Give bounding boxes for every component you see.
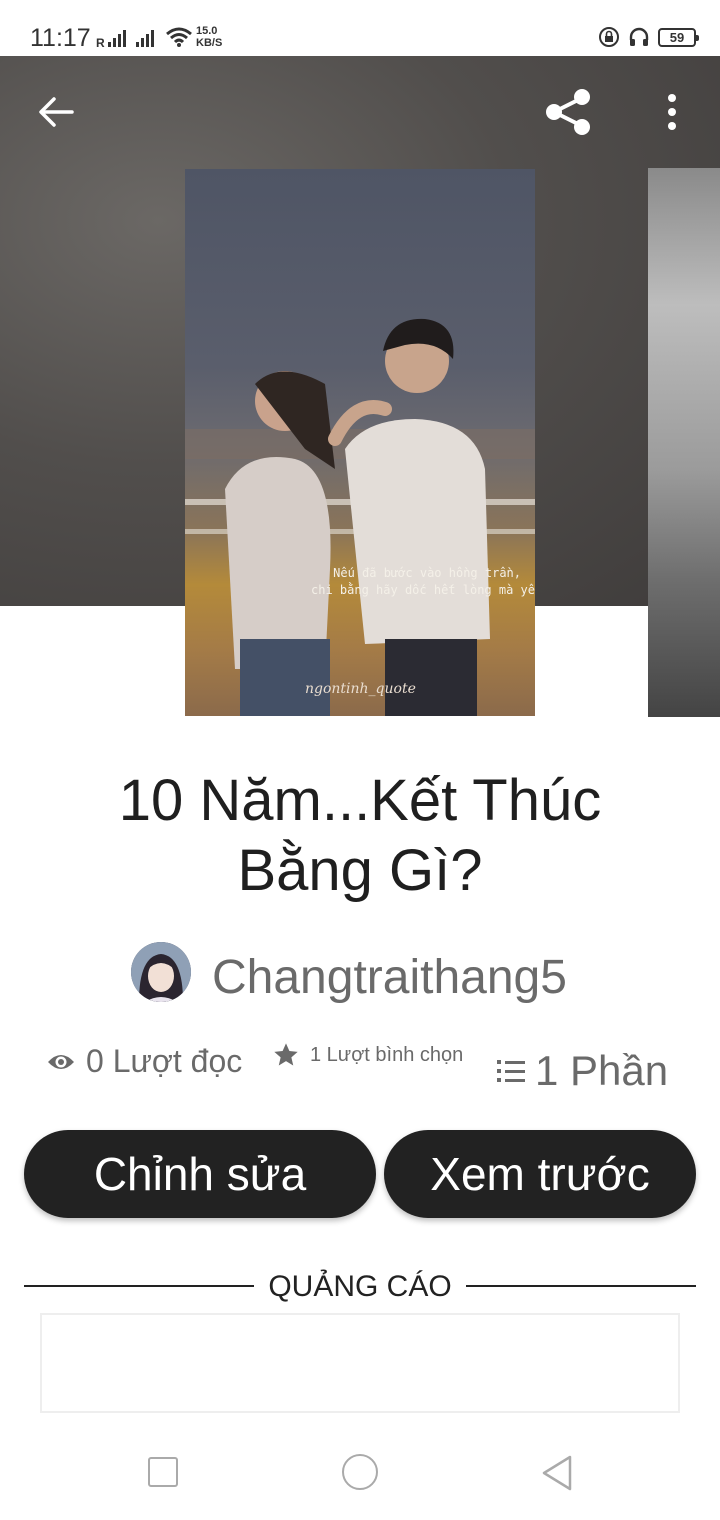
edit-button[interactable]: Chỉnh sửa: [24, 1130, 376, 1218]
author-name[interactable]: Changtraithang5: [212, 950, 567, 1005]
story-cover-image[interactable]: Nếu đã bước vào hồng trần, chi bằng hãy …: [185, 169, 535, 716]
share-icon[interactable]: [542, 88, 594, 136]
star-icon: [274, 1043, 298, 1066]
signal-icon-2: [136, 30, 154, 47]
cover-illustration: [185, 318, 535, 716]
lock-rotation-icon: [599, 27, 619, 47]
signal-icon: [108, 30, 126, 47]
status-bar: 11:17 R 15.0 KB/S 59: [0, 0, 720, 56]
story-title: 10 Năm...Kết Thúc Bằng Gì?: [118, 768, 602, 903]
roaming-indicator: R: [96, 36, 105, 50]
cover-signature: ngontinh_quote: [305, 681, 416, 697]
more-vertical-icon[interactable]: [658, 92, 686, 132]
preview-button[interactable]: Xem trước: [384, 1130, 696, 1218]
back-arrow-icon[interactable]: [36, 92, 76, 132]
stat-reads: 0 Lượt đọc: [46, 1043, 242, 1080]
nav-back-icon[interactable]: [540, 1454, 574, 1492]
wifi-icon: [166, 27, 192, 47]
next-cover-image[interactable]: [648, 168, 720, 717]
list-icon: [497, 1060, 525, 1082]
cover-caption-line2: chi bằng hãy dốc hết lòng mà yê: [311, 583, 535, 597]
author-avatar[interactable]: [131, 942, 191, 1002]
eye-icon: [48, 1054, 74, 1069]
ad-divider-left: [24, 1285, 254, 1287]
ad-container[interactable]: [40, 1313, 680, 1413]
cover-caption-line1: Nếu đã bước vào hồng trần,: [333, 566, 521, 580]
stat-parts: 1 Phần: [497, 1047, 668, 1095]
home-icon[interactable]: [342, 1454, 378, 1490]
stat-votes: 1 Lượt bình chọn: [272, 1041, 463, 1069]
system-nav-bar: [0, 1430, 720, 1520]
status-time: 11:17: [30, 24, 91, 52]
ad-label: QUẢNG CÁO: [268, 1270, 452, 1303]
battery-indicator: 59: [658, 27, 699, 47]
headphones-icon: [629, 27, 649, 46]
ad-divider-right: [466, 1285, 696, 1287]
recent-apps-icon[interactable]: [148, 1457, 178, 1487]
author-row[interactable]: Changtraithang5: [0, 942, 720, 1006]
net-speed: 15.0 KB/S: [196, 25, 223, 49]
